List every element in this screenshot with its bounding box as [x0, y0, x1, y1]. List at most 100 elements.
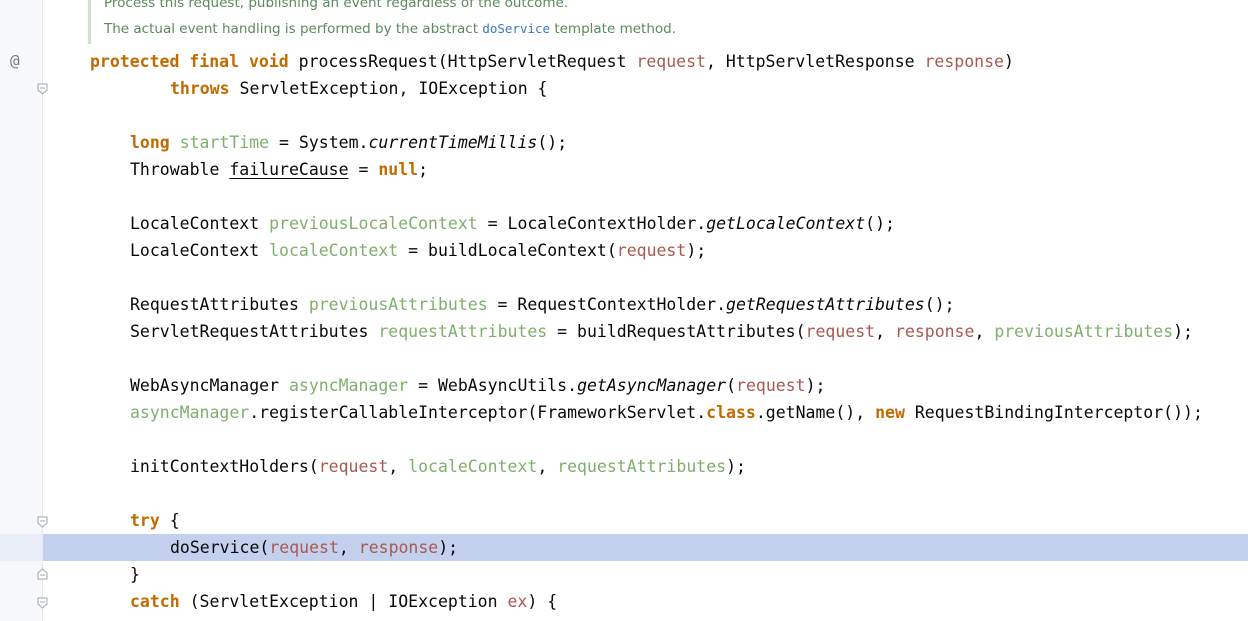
code-text: }: [130, 565, 140, 584]
parameter: request: [269, 538, 339, 557]
code-text: = buildLocaleContext(: [398, 241, 617, 260]
static-call: getAsyncManager: [577, 376, 727, 395]
code-line[interactable]: Throwable failureCause = null;: [130, 156, 428, 183]
local-variable: startTime: [179, 133, 270, 152]
keyword: null: [378, 160, 419, 179]
code-text: ): [1003, 52, 1014, 71]
code-text: ,: [875, 322, 895, 341]
method-signature: processRequest(HttpServletRequest: [298, 52, 637, 71]
code-text: ();: [924, 295, 955, 314]
code-text: = WebAsyncUtils.: [408, 376, 578, 395]
javadoc-code-ref[interactable]: doService: [482, 21, 550, 36]
type: Throwable: [130, 160, 230, 179]
code-line[interactable]: catch (ServletException | IOException ex…: [130, 588, 557, 615]
fold-collapse-icon[interactable]: [37, 83, 48, 95]
javadoc-line-2: The actual event handling is performed b…: [104, 21, 676, 37]
parameter: ex: [507, 592, 528, 611]
code-text: (ServletException | IOException: [179, 592, 508, 611]
code-text: ,: [974, 322, 995, 341]
fold-expand-icon[interactable]: [37, 568, 48, 580]
type: ServletRequestAttributes: [130, 322, 379, 341]
code-text: =: [348, 160, 379, 179]
local-variable: localeContext: [269, 241, 399, 260]
code-line[interactable]: LocaleContext previousLocaleContext = Lo…: [130, 210, 895, 237]
code-text: );: [805, 376, 826, 395]
local-variable: requestAttributes: [378, 322, 548, 341]
code-text: ,: [537, 457, 558, 476]
code-line[interactable]: RequestAttributes previousAttributes = R…: [130, 291, 955, 318]
static-call: getLocaleContext: [706, 214, 866, 233]
editor-gutter: [0, 0, 42, 621]
javadoc-line-1: Process this request, publishing an even…: [104, 0, 569, 11]
local-variable: previousAttributes: [308, 295, 488, 314]
code-text: = buildRequestAttributes(: [547, 322, 806, 341]
code-text: );: [686, 241, 707, 260]
fold-collapse-icon[interactable]: [37, 597, 48, 609]
parameter: request: [636, 52, 706, 71]
type: LocaleContext: [130, 214, 270, 233]
reassigned-variable: failureCause: [229, 160, 349, 179]
code-line[interactable]: asyncManager.registerCallableInterceptor…: [130, 399, 1203, 426]
parameter: response: [924, 52, 1004, 71]
parameter: response: [894, 322, 975, 341]
keyword: catch: [130, 592, 180, 611]
code-text: = LocaleContextHolder.: [477, 214, 707, 233]
code-text: ,: [388, 457, 409, 476]
fold-collapse-icon[interactable]: [37, 516, 48, 528]
parameter: request: [318, 457, 389, 476]
parameter: request: [616, 241, 687, 260]
local-variable: requestAttributes: [557, 457, 727, 476]
local-variable: asyncManager: [288, 376, 409, 395]
code-line[interactable]: try {: [130, 507, 180, 534]
parameter: response: [358, 538, 439, 557]
parameter: request: [805, 322, 876, 341]
static-call: currentTimeMillis: [368, 133, 538, 152]
code-text: );: [1173, 322, 1193, 341]
type: RequestAttributes: [130, 295, 309, 314]
keyword: protected: [90, 52, 180, 71]
static-call: getRequestAttributes: [726, 295, 925, 314]
keyword: class: [706, 403, 756, 422]
code-text: );: [726, 457, 746, 476]
code-text: RequestBindingInterceptor());: [904, 403, 1203, 422]
local-variable: asyncManager: [130, 403, 250, 422]
code-text: .registerCallableInterceptor(FrameworkSe…: [249, 403, 707, 422]
javadoc-bar: [88, 0, 91, 44]
code-line[interactable]: ServletRequestAttributes requestAttribut…: [130, 318, 1193, 345]
keyword: final: [189, 52, 240, 71]
code-line[interactable]: throws ServletException, IOException {: [170, 75, 548, 102]
code-text: ();: [865, 214, 895, 233]
keyword: long: [130, 133, 170, 152]
javadoc-text: The actual event handling is performed b…: [104, 21, 483, 37]
code-line-current[interactable]: doService(request, response);: [170, 534, 458, 561]
code-text: );: [438, 538, 459, 557]
keyword: throws: [170, 79, 230, 98]
javadoc-text-suffix: template method.: [550, 21, 676, 37]
code-text: (: [726, 376, 737, 395]
code-line[interactable]: initContextHolders(request, localeContex…: [130, 453, 746, 480]
code-text: ) {: [527, 592, 558, 611]
code-line[interactable]: LocaleContext localeContext = buildLocal…: [130, 237, 706, 264]
code-line[interactable]: }: [130, 561, 140, 588]
override-annotation-icon[interactable]: @: [10, 51, 20, 70]
type: WebAsyncManager: [130, 376, 289, 395]
local-variable: previousAttributes: [994, 322, 1174, 341]
code-text: ServletException, IOException {: [229, 79, 548, 98]
local-variable: localeContext: [408, 457, 538, 476]
code-text: .getName(),: [755, 403, 876, 422]
method-call: initContextHolders(: [130, 457, 319, 476]
code-text: ,: [338, 538, 359, 557]
code-line[interactable]: protected final void processRequest(Http…: [90, 48, 1014, 75]
code-text: = RequestContextHolder.: [487, 295, 727, 314]
code-line[interactable]: long startTime = System.currentTimeMilli…: [130, 129, 567, 156]
code-text: , HttpServletResponse: [705, 52, 925, 71]
code-line[interactable]: WebAsyncManager asyncManager = WebAsyncU…: [130, 372, 825, 399]
parameter: request: [736, 376, 806, 395]
keyword: try: [130, 511, 160, 530]
code-text: {: [159, 511, 180, 530]
type: LocaleContext: [130, 241, 270, 260]
code-text: ;: [418, 160, 429, 179]
code-text: = System.: [269, 133, 369, 152]
keyword: new: [875, 403, 905, 422]
code-text: ();: [537, 133, 568, 152]
